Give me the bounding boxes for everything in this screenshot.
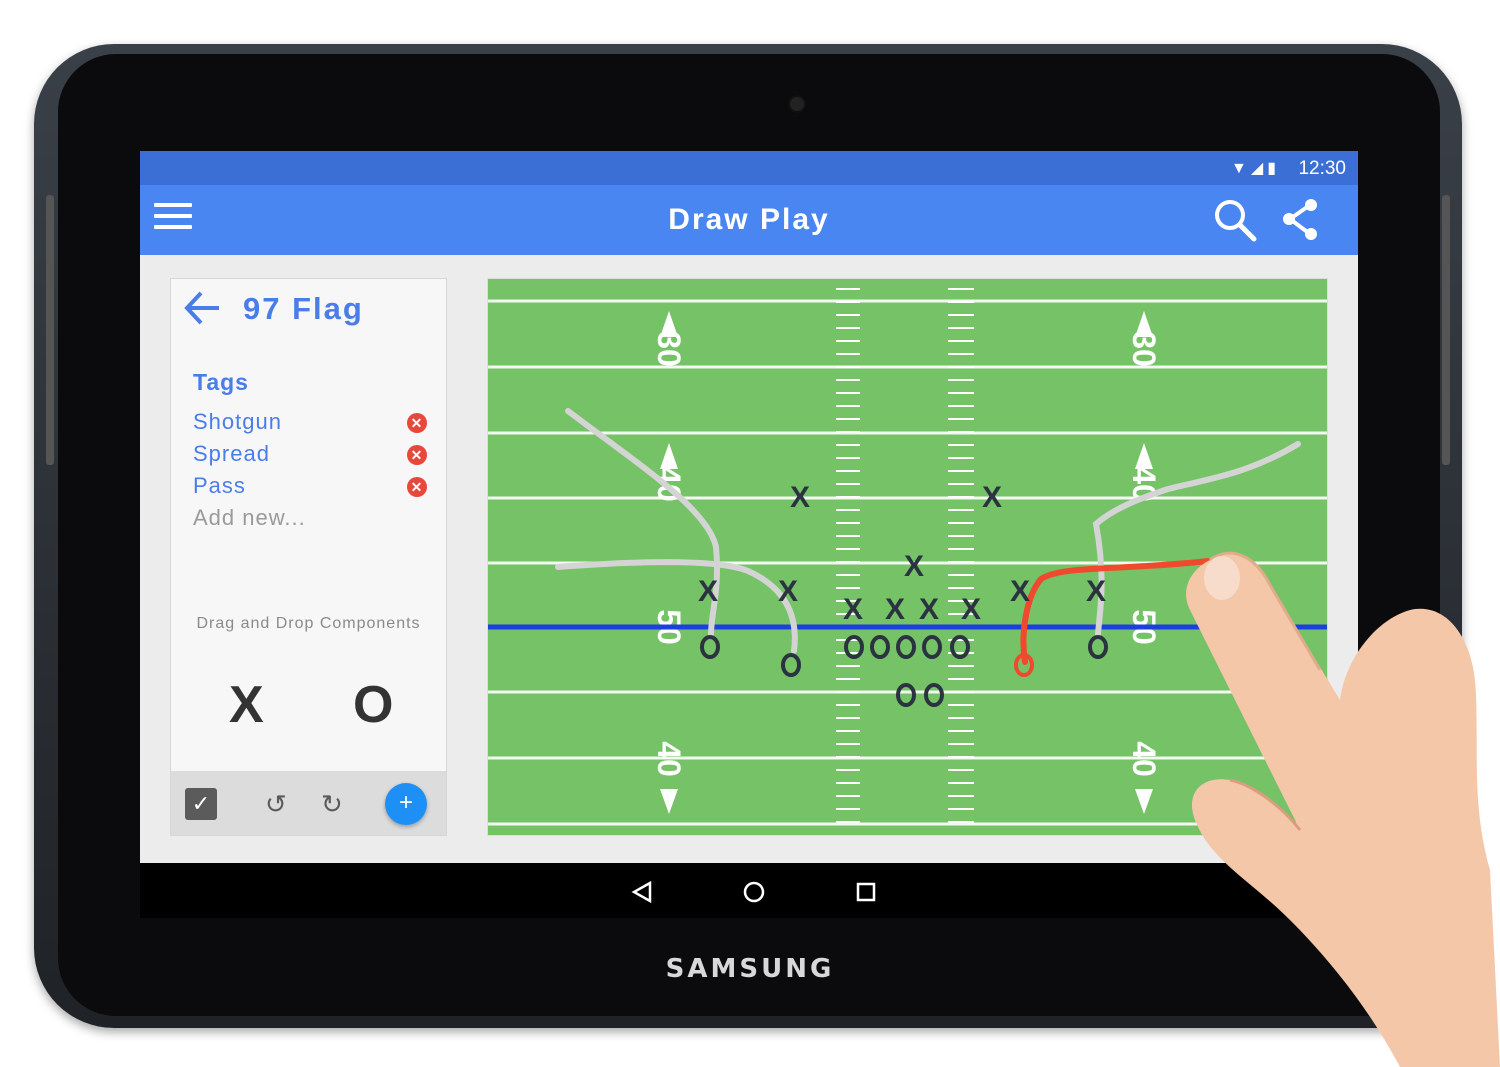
status-time: 12:30 xyxy=(1298,158,1346,179)
direction-arrow xyxy=(660,311,678,337)
tag-label: Pass xyxy=(193,473,246,498)
defender-x: X xyxy=(698,575,718,608)
signal-icon: ◢ xyxy=(1250,160,1268,177)
defender-x: X xyxy=(1010,575,1030,608)
back-arrow-icon[interactable] xyxy=(179,285,225,331)
component-x[interactable]: X xyxy=(229,675,264,735)
hand-illustration xyxy=(1186,551,1500,1067)
side-button-left xyxy=(46,195,54,465)
add-tag-input[interactable]: Add new... xyxy=(193,505,306,531)
play-details-panel: 97 Flag Tags Shotgun ✕ Spread ✕ Pass ✕ A… xyxy=(170,278,447,836)
defender-x: X xyxy=(904,550,924,583)
offense-o xyxy=(924,683,944,707)
offense-o xyxy=(1088,635,1108,659)
offense-o xyxy=(870,635,890,659)
tags-heading: Tags xyxy=(193,369,249,395)
offense-players xyxy=(700,635,1108,707)
drag-drop-label: Drag and Drop Components xyxy=(196,615,421,632)
offense-o xyxy=(896,683,916,707)
direction-arrow xyxy=(660,443,678,469)
defender-x: X xyxy=(885,593,905,626)
play-name: 97 Flag xyxy=(243,291,364,326)
defender-x: X xyxy=(790,481,810,514)
direction-arrow xyxy=(1135,311,1153,337)
yard-number: 40 xyxy=(1126,741,1162,777)
yard-number: 40 xyxy=(651,741,687,777)
app-bar: Draw Play xyxy=(140,185,1358,255)
recents-icon[interactable] xyxy=(849,875,883,909)
defender-x: X xyxy=(982,481,1002,514)
checkbox-icon[interactable]: ✓ xyxy=(185,788,217,820)
offense-o xyxy=(896,635,916,659)
redo-icon[interactable]: ↻ xyxy=(321,789,343,820)
hash-marks-left xyxy=(836,288,860,823)
defense-players: X X X X X X X X X X X xyxy=(698,481,1106,626)
hash-marks-right xyxy=(948,288,974,823)
remove-tag-icon[interactable]: ✕ xyxy=(407,477,427,497)
defender-x: X xyxy=(1086,575,1106,608)
share-icon[interactable] xyxy=(1276,195,1326,245)
status-bar: ▼◢▮ 12:30 xyxy=(140,151,1358,185)
direction-arrow xyxy=(1135,443,1153,469)
route-line xyxy=(565,408,721,637)
tag-spread: Spread ✕ xyxy=(193,441,433,469)
tag-pass: Pass ✕ xyxy=(193,473,433,501)
offense-o xyxy=(700,635,720,659)
direction-arrow xyxy=(1135,789,1153,814)
front-camera xyxy=(790,97,804,111)
offense-o xyxy=(781,653,801,677)
tag-label: Spread xyxy=(193,441,270,466)
app-title: Draw Play xyxy=(668,203,830,236)
wifi-icon: ▼ xyxy=(1231,160,1251,177)
remove-tag-icon[interactable]: ✕ xyxy=(407,445,427,465)
defender-x: X xyxy=(843,593,863,626)
undo-icon[interactable]: ↺ xyxy=(265,789,287,820)
offense-o xyxy=(922,635,942,659)
back-icon[interactable] xyxy=(626,875,660,909)
side-button-right xyxy=(1442,195,1450,465)
battery-icon: ▮ xyxy=(1267,160,1280,177)
add-button[interactable]: + xyxy=(385,783,427,825)
home-icon[interactable] xyxy=(737,875,771,909)
defender-x: X xyxy=(778,575,798,608)
component-o[interactable]: O xyxy=(353,675,393,735)
defender-x: X xyxy=(919,593,939,626)
direction-arrow xyxy=(660,789,678,814)
search-icon[interactable] xyxy=(1210,195,1260,245)
defender-x: X xyxy=(961,593,981,626)
tag-label: Shotgun xyxy=(193,409,282,434)
tag-shotgun: Shotgun ✕ xyxy=(193,409,433,437)
status-icons: ▼◢▮ xyxy=(1231,158,1280,178)
remove-tag-icon[interactable]: ✕ xyxy=(407,413,427,433)
panel-toolbar: ✓ ↺ ↻ + xyxy=(171,771,446,835)
